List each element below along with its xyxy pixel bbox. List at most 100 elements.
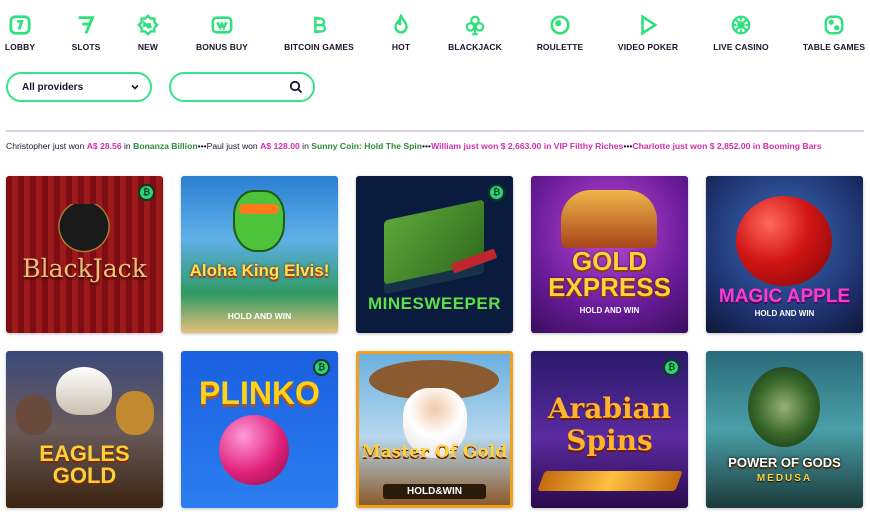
search-icon[interactable] xyxy=(289,80,303,94)
game-card-blackjack[interactable]: BlackJack ₿ xyxy=(6,176,163,333)
bonus-buy-icon xyxy=(211,14,233,36)
nav-label: ROULETTE xyxy=(536,42,584,52)
game-card-eagles-gold[interactable]: EAGLES GOLD xyxy=(6,351,163,508)
ticker-entry: Charlotte just won $ 2,852.00 in Booming… xyxy=(632,141,821,151)
apple-artwork xyxy=(736,196,832,286)
ball-artwork xyxy=(219,415,289,485)
ticker-user: Paul xyxy=(206,141,224,151)
game-card-plinko[interactable]: PLINKO ₿ xyxy=(181,351,338,508)
game-title: POWER OF GODS xyxy=(728,455,841,470)
nav-label: HOT xyxy=(391,42,411,52)
game-title: PLINKO xyxy=(199,375,320,411)
medusa-portrait xyxy=(748,367,820,447)
ticker-text: in xyxy=(543,141,552,151)
game-title: Arabian Spins xyxy=(547,392,672,457)
ticker-text: just won xyxy=(672,141,708,151)
bitcoin-badge-icon: ₿ xyxy=(488,184,505,201)
spade-emblem xyxy=(56,204,112,260)
nav-label: BLACKJACK xyxy=(448,42,502,52)
provider-select[interactable]: All providers xyxy=(6,72,152,102)
provider-select-label: All providers xyxy=(22,81,84,93)
bitcoin-badge-icon: ₿ xyxy=(663,359,680,376)
ticker-game-link[interactable]: Booming Bars xyxy=(763,141,822,151)
nav-item-video-poker[interactable]: VIDEO POKER xyxy=(608,14,688,52)
flying-carpet xyxy=(537,471,683,491)
eagle-head xyxy=(56,367,112,415)
nav-label: BITCOIN GAMES xyxy=(284,42,354,52)
ticker-amount: $ 2,852.00 xyxy=(709,141,751,151)
game-title: GOLD EXPRESS xyxy=(548,246,671,302)
ticker-text: just won xyxy=(463,141,499,151)
bear-character xyxy=(16,395,52,435)
category-nav: LOBBY SLOTS NEW BONUS BUY BITCOIN GAMES … xyxy=(0,14,870,54)
frog-character xyxy=(233,190,285,252)
nav-item-blackjack[interactable]: BLACKJACK xyxy=(435,14,515,52)
bitcoin-badge-icon: ₿ xyxy=(138,184,155,201)
game-subtitle: HOLD AND WIN xyxy=(579,306,640,315)
game-card-gold-express[interactable]: GOLD EXPRESS HOLD AND WIN xyxy=(531,176,688,333)
ticker-separator: ••• xyxy=(623,141,633,151)
game-title: MAGIC APPLE xyxy=(718,286,851,307)
game-card-magic-apple[interactable]: MAGIC APPLE HOLD AND WIN xyxy=(706,176,863,333)
sunglasses xyxy=(239,204,279,214)
play-icon xyxy=(637,14,659,36)
cougar-character xyxy=(116,391,154,435)
lobby-icon xyxy=(9,14,31,36)
bitcoin-icon xyxy=(308,14,330,36)
game-card-arabian-spins[interactable]: Arabian Spins ₿ xyxy=(531,351,688,508)
game-subtitle: HOLD AND WIN xyxy=(227,311,292,321)
ticker-game-link[interactable]: VIP Filthy Riches xyxy=(554,141,624,151)
ticker-entry: Paul just won A$ 128.00 in Sunny Coin: H… xyxy=(207,141,422,151)
live-casino-icon xyxy=(730,14,752,36)
nav-label: SLOTS xyxy=(71,42,101,52)
ticker-separator: ••• xyxy=(422,141,432,151)
nav-label: VIDEO POKER xyxy=(617,42,679,52)
winners-ticker: Christopher just won A$ 28.56 in Bonanza… xyxy=(6,141,864,155)
new-badge-icon xyxy=(137,14,159,36)
game-card-power-of-gods-medusa[interactable]: POWER OF GODS MEDUSA xyxy=(706,351,863,508)
game-card-minesweeper[interactable]: MINESWEEPER ₿ xyxy=(356,176,513,333)
roulette-icon xyxy=(549,14,571,36)
game-subtitle: HOLD&WIN xyxy=(383,484,486,499)
nav-item-bitcoin-games[interactable]: BITCOIN GAMES xyxy=(279,14,359,52)
nav-item-roulette[interactable]: ROULETTE xyxy=(520,14,600,52)
ticker-text: in xyxy=(302,141,309,151)
game-title: Master Of Gold xyxy=(361,442,508,462)
ticker-amount: $ 2,663.00 xyxy=(500,141,542,151)
club-icon xyxy=(464,14,486,36)
game-subtitle: HOLD AND WIN xyxy=(754,309,815,318)
ticker-amount: A$ 128.00 xyxy=(260,141,300,151)
ticker-text: just won xyxy=(226,141,258,151)
ticker-separator: ••• xyxy=(197,141,207,151)
ticker-entry: William just won $ 2,663.00 in VIP Filth… xyxy=(431,141,623,151)
game-subtitle: MEDUSA xyxy=(756,473,813,484)
ticker-amount: A$ 28.56 xyxy=(86,141,122,151)
slots-seven-icon xyxy=(75,14,97,36)
nav-label: BONUS BUY xyxy=(196,42,248,52)
game-card-master-of-gold[interactable]: Master Of Gold HOLD&WIN xyxy=(356,351,513,508)
ticker-game-link[interactable]: Bonanza Billion xyxy=(133,141,197,151)
ticker-text: in xyxy=(124,141,131,151)
flame-icon xyxy=(390,14,412,36)
nav-item-new[interactable]: NEW xyxy=(108,14,188,52)
game-title: MINESWEEPER xyxy=(367,294,502,313)
nav-label: TABLE GAMES xyxy=(802,42,866,52)
nav-item-hot[interactable]: HOT xyxy=(361,14,441,52)
ticker-user: Charlotte xyxy=(632,141,671,151)
nav-item-table-games[interactable]: TABLE GAMES xyxy=(794,14,870,52)
nav-item-live-casino[interactable]: LIVE CASINO xyxy=(701,14,781,52)
nav-label: NEW xyxy=(137,42,159,52)
search-box xyxy=(169,72,315,102)
game-title: Aloha King Elvis! xyxy=(189,261,330,280)
game-title: BlackJack xyxy=(22,254,147,283)
nav-label: LIVE CASINO xyxy=(713,42,769,52)
nav-item-bonus-buy[interactable]: BONUS BUY xyxy=(182,14,262,52)
ticker-entry: Christopher just won A$ 28.56 in Bonanza… xyxy=(6,141,198,151)
chevron-down-icon xyxy=(131,84,139,90)
divider xyxy=(6,130,864,132)
game-card-aloha-king-elvis[interactable]: Aloha King Elvis! HOLD AND WIN xyxy=(181,176,338,333)
search-input[interactable] xyxy=(181,78,281,96)
ticker-game-link[interactable]: Sunny Coin: Hold The Spin xyxy=(311,141,422,151)
ticker-text: in xyxy=(752,141,761,151)
train-engine xyxy=(561,190,657,248)
